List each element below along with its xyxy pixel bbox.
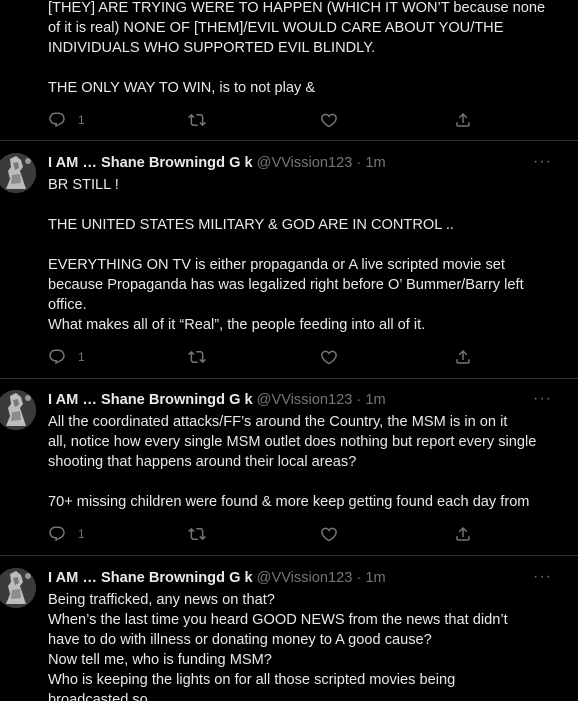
- text-line: shooting that happens around their local…: [48, 454, 357, 470]
- text-line: [48, 195, 558, 215]
- text-line: office.: [48, 297, 87, 313]
- tweet-text: All the coordinated attacks/FF’s around …: [48, 412, 558, 512]
- reply-icon: [48, 525, 66, 543]
- text-line: because Propaganda has was legalized rig…: [48, 277, 524, 293]
- heart-icon: [320, 111, 338, 129]
- author-name[interactable]: I AM … Shane Browningd G k: [48, 570, 253, 586]
- reply-button[interactable]: 1: [48, 348, 85, 366]
- share-button[interactable]: [454, 111, 472, 129]
- text-line: THE UNITED STATES MILITARY & GOD ARE IN …: [48, 217, 454, 233]
- tweet-text: Being trafficked, any news on that? When…: [48, 590, 558, 701]
- reply-count: 1: [78, 527, 85, 541]
- text-line: INDIVIDUALS WHO SUPPORTED EVIL BLINDLY.: [48, 40, 376, 56]
- separator: ·: [356, 155, 362, 171]
- reply-button[interactable]: 1: [48, 111, 85, 129]
- text-line: Now tell me, who is funding MSM?: [48, 652, 272, 668]
- like-button[interactable]: [320, 111, 338, 129]
- text-line: Being trafficked, any news on that?: [48, 592, 275, 608]
- avatar-image-icon: [0, 153, 36, 193]
- reply-count: 1: [78, 113, 85, 127]
- text-line: have to do with illness or donating mone…: [48, 632, 432, 648]
- avatar[interactable]: [0, 568, 36, 608]
- retweet-icon: [188, 525, 206, 543]
- text-line: When’s the last time you heard GOOD NEWS…: [48, 612, 508, 628]
- share-button[interactable]: [454, 348, 472, 366]
- text-line: 70+ missing children were found & more k…: [48, 494, 530, 510]
- reply-count: 1: [78, 350, 85, 364]
- text-line: Who is keeping the lights on for all tho…: [48, 672, 456, 688]
- text-line: [48, 58, 558, 78]
- tweet-actions: 1: [48, 525, 528, 547]
- author-handle[interactable]: @VVission123: [257, 155, 353, 171]
- tweet-header: I AM … Shane Browningd G k @VVission123 …: [48, 568, 386, 588]
- reply-icon: [48, 348, 66, 366]
- more-options-button[interactable]: ···: [533, 568, 552, 586]
- author-handle[interactable]: @VVission123: [257, 570, 353, 586]
- retweet-button[interactable]: [188, 111, 206, 129]
- share-icon: [454, 111, 472, 129]
- avatar[interactable]: [0, 390, 36, 430]
- heart-icon: [320, 348, 338, 366]
- separator: ·: [356, 392, 362, 408]
- text-line: BR STILL !: [48, 177, 119, 193]
- text-line: [THEY] ARE TRYING WERE TO HAPPEN (WHICH …: [48, 0, 546, 16]
- retweet-icon: [188, 111, 206, 129]
- author-handle[interactable]: @VVission123: [257, 392, 353, 408]
- like-button[interactable]: [320, 525, 338, 543]
- timestamp[interactable]: 1m: [365, 392, 385, 408]
- tweet-text: BR STILL ! THE UNITED STATES MILITARY & …: [48, 175, 558, 335]
- divider: [0, 140, 578, 141]
- heart-icon: [320, 525, 338, 543]
- text-line: [48, 472, 558, 492]
- retweet-button[interactable]: [188, 348, 206, 366]
- tweet-header: I AM … Shane Browningd G k @VVission123 …: [48, 390, 386, 410]
- share-icon: [454, 348, 472, 366]
- text-line: What makes all of it “Real”, the people …: [48, 317, 426, 333]
- avatar-image-icon: [0, 390, 36, 430]
- timestamp[interactable]: 1m: [365, 155, 385, 171]
- author-name[interactable]: I AM … Shane Browningd G k: [48, 392, 253, 408]
- avatar-image-icon: [0, 568, 36, 608]
- author-name[interactable]: I AM … Shane Browningd G k: [48, 155, 253, 171]
- tweet[interactable]: I AM … Shane Browningd G k @VVission123 …: [0, 153, 578, 378]
- text-line: of it is real) NONE OF [THEM]/EVIL WOULD…: [48, 20, 504, 36]
- tweet-partial-top[interactable]: [THEY] ARE TRYING WERE TO HAPPEN (WHICH …: [0, 0, 578, 140]
- tweet-text: [THEY] ARE TRYING WERE TO HAPPEN (WHICH …: [48, 0, 558, 98]
- text-line: All the coordinated attacks/FF’s around …: [48, 414, 508, 430]
- text-line: [48, 235, 558, 255]
- reply-button[interactable]: 1: [48, 525, 85, 543]
- text-line: broadcasted so…: [48, 692, 163, 701]
- separator: ·: [356, 570, 362, 586]
- share-icon: [454, 525, 472, 543]
- tweet-header: I AM … Shane Browningd G k @VVission123 …: [48, 153, 386, 173]
- share-button[interactable]: [454, 525, 472, 543]
- timestamp[interactable]: 1m: [365, 570, 385, 586]
- tweet[interactable]: I AM … Shane Browningd G k @VVission123 …: [0, 568, 578, 701]
- text-line: THE ONLY WAY TO WIN, is to not play &: [48, 80, 316, 96]
- like-button[interactable]: [320, 348, 338, 366]
- tweet[interactable]: I AM … Shane Browningd G k @VVission123 …: [0, 390, 578, 555]
- retweet-icon: [188, 348, 206, 366]
- divider: [0, 378, 578, 379]
- avatar[interactable]: [0, 153, 36, 193]
- tweet-actions: 1: [48, 348, 528, 370]
- text-line: all, notice how every single MSM outlet …: [48, 434, 537, 450]
- text-line: EVERYTHING ON TV is either propaganda or…: [48, 257, 505, 273]
- tweet-actions: 1: [48, 111, 528, 133]
- more-options-button[interactable]: ···: [533, 390, 552, 408]
- divider: [0, 555, 578, 556]
- retweet-button[interactable]: [188, 525, 206, 543]
- reply-icon: [48, 111, 66, 129]
- more-options-button[interactable]: ···: [533, 153, 552, 171]
